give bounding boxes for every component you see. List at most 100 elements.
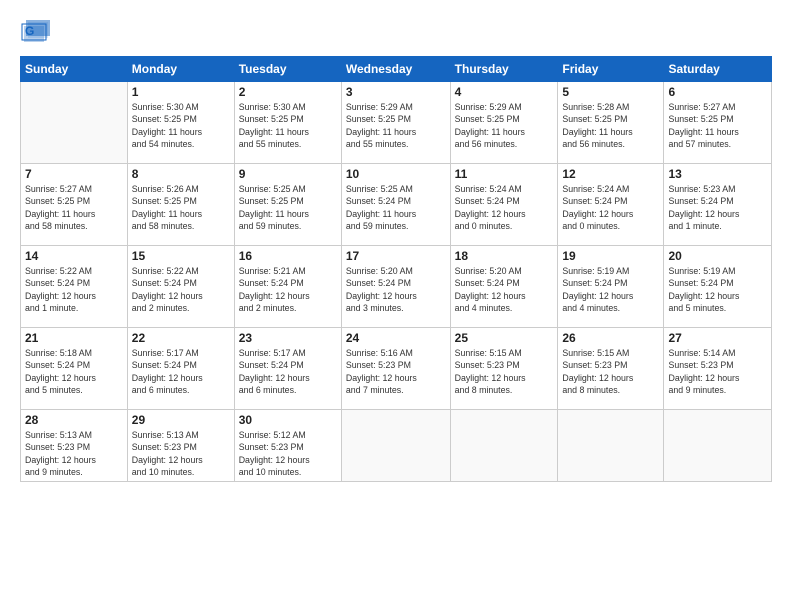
day-number: 29 — [132, 413, 230, 427]
calendar-day-cell: 10 Sunrise: 5:25 AMSunset: 5:24 PMDayligh… — [341, 164, 450, 246]
day-info: Sunrise: 5:23 AMSunset: 5:24 PMDaylight:… — [668, 183, 767, 232]
logo-icon: G — [20, 18, 52, 46]
day-number: 12 — [562, 167, 659, 181]
calendar-day-cell: 23Sunrise: 5:17 AMSunset: 5:24 PMDayligh… — [234, 328, 341, 410]
day-info: Sunrise: 5:14 AMSunset: 5:23 PMDaylight:… — [668, 347, 767, 396]
day-info: Sunrise: 5:13 AMSunset: 5:23 PMDaylight:… — [132, 429, 230, 478]
day-info: Sunrise: 5:28 AMSunset: 5:25 PMDaylight:… — [562, 101, 659, 150]
calendar-day-cell: 27 Sunrise: 5:14 AMSunset: 5:23 PMDayligh… — [664, 328, 772, 410]
calendar-day-cell: 19 Sunrise: 5:19 AMSunset: 5:24 PMDayligh… — [558, 246, 664, 328]
day-info: Sunrise: 5:24 AMSunset: 5:24 PMDaylight:… — [455, 183, 554, 232]
day-number: 18 — [455, 249, 554, 263]
day-info: Sunrise: 5:22 AMSunset: 5:24 PMDaylight:… — [132, 265, 230, 314]
svg-text:G: G — [25, 24, 34, 38]
day-number: 22 — [132, 331, 230, 345]
calendar-day-cell — [341, 410, 450, 482]
day-info: Sunrise: 5:27 AMSunset: 5:25 PMDaylight:… — [668, 101, 767, 150]
weekday-header: Wednesday — [341, 57, 450, 82]
calendar-day-cell: 17 Sunrise: 5:20 AMSunset: 5:24 PMDayligh… — [341, 246, 450, 328]
weekday-header: Thursday — [450, 57, 558, 82]
day-number: 3 — [346, 85, 446, 99]
calendar-day-cell: 4 Sunrise: 5:29 AMSunset: 5:25 PMDaylight… — [450, 82, 558, 164]
weekday-header: Monday — [127, 57, 234, 82]
day-number: 7 — [25, 167, 123, 181]
calendar-day-cell: 2Sunrise: 5:30 AMSunset: 5:25 PMDaylight… — [234, 82, 341, 164]
calendar-day-cell — [558, 410, 664, 482]
day-number: 11 — [455, 167, 554, 181]
day-number: 10 — [346, 167, 446, 181]
day-number: 28 — [25, 413, 123, 427]
weekday-header: Tuesday — [234, 57, 341, 82]
day-info: Sunrise: 5:17 AMSunset: 5:24 PMDaylight:… — [132, 347, 230, 396]
calendar-day-cell: 7Sunrise: 5:27 AMSunset: 5:25 PMDaylight… — [21, 164, 128, 246]
day-number: 2 — [239, 85, 337, 99]
day-number: 16 — [239, 249, 337, 263]
day-info: Sunrise: 5:25 AMSunset: 5:25 PMDaylight:… — [239, 183, 337, 232]
calendar-day-cell: 3 Sunrise: 5:29 AMSunset: 5:25 PMDaylight… — [341, 82, 450, 164]
day-info: Sunrise: 5:22 AMSunset: 5:24 PMDaylight:… — [25, 265, 123, 314]
calendar-table: SundayMondayTuesdayWednesdayThursdayFrid… — [20, 56, 772, 482]
calendar-day-cell: 22 Sunrise: 5:17 AMSunset: 5:24 PMDayligh… — [127, 328, 234, 410]
day-info: Sunrise: 5:29 AMSunset: 5:25 PMDaylight:… — [455, 101, 554, 150]
day-info: Sunrise: 5:13 AMSunset: 5:23 PMDaylight:… — [25, 429, 123, 478]
day-number: 13 — [668, 167, 767, 181]
day-info: Sunrise: 5:19 AMSunset: 5:24 PMDaylight:… — [562, 265, 659, 314]
calendar-day-cell: 1 Sunrise: 5:30 AMSunset: 5:25 PMDaylight… — [127, 82, 234, 164]
calendar-week-row: 14 Sunrise: 5:22 AMSunset: 5:24 PMDayligh… — [21, 246, 772, 328]
day-info: Sunrise: 5:21 AMSunset: 5:24 PMDaylight:… — [239, 265, 337, 314]
day-number: 25 — [455, 331, 554, 345]
day-info: Sunrise: 5:24 AMSunset: 5:24 PMDaylight:… — [562, 183, 659, 232]
calendar-day-cell: 29 Sunrise: 5:13 AMSunset: 5:23 PMDayligh… — [127, 410, 234, 482]
calendar-day-cell — [664, 410, 772, 482]
day-number: 1 — [132, 85, 230, 99]
day-info: Sunrise: 5:29 AMSunset: 5:25 PMDaylight:… — [346, 101, 446, 150]
day-number: 23 — [239, 331, 337, 345]
day-number: 19 — [562, 249, 659, 263]
calendar-day-cell: 12 Sunrise: 5:24 AMSunset: 5:24 PMDayligh… — [558, 164, 664, 246]
day-number: 17 — [346, 249, 446, 263]
calendar-day-cell: 5 Sunrise: 5:28 AMSunset: 5:25 PMDaylight… — [558, 82, 664, 164]
calendar-day-cell: 21 Sunrise: 5:18 AMSunset: 5:24 PMDayligh… — [21, 328, 128, 410]
header: G — [20, 18, 772, 46]
day-number: 6 — [668, 85, 767, 99]
calendar-week-row: 1 Sunrise: 5:30 AMSunset: 5:25 PMDaylight… — [21, 82, 772, 164]
calendar-day-cell: 28 Sunrise: 5:13 AMSunset: 5:23 PMDayligh… — [21, 410, 128, 482]
day-number: 15 — [132, 249, 230, 263]
day-info: Sunrise: 5:15 AMSunset: 5:23 PMDaylight:… — [455, 347, 554, 396]
day-number: 9 — [239, 167, 337, 181]
day-number: 26 — [562, 331, 659, 345]
calendar-day-cell: 11 Sunrise: 5:24 AMSunset: 5:24 PMDayligh… — [450, 164, 558, 246]
calendar-day-cell: 18Sunrise: 5:20 AMSunset: 5:24 PMDayligh… — [450, 246, 558, 328]
calendar-day-cell: 20 Sunrise: 5:19 AMSunset: 5:24 PMDayligh… — [664, 246, 772, 328]
day-info: Sunrise: 5:19 AMSunset: 5:24 PMDaylight:… — [668, 265, 767, 314]
day-number: 24 — [346, 331, 446, 345]
calendar-week-row: 28 Sunrise: 5:13 AMSunset: 5:23 PMDayligh… — [21, 410, 772, 482]
day-info: Sunrise: 5:15 AMSunset: 5:23 PMDaylight:… — [562, 347, 659, 396]
weekday-header: Friday — [558, 57, 664, 82]
page: G SundayMondayTuesdayWednesdayThursdayFr… — [0, 0, 792, 612]
day-info: Sunrise: 5:20 AMSunset: 5:24 PMDaylight:… — [346, 265, 446, 314]
day-number: 5 — [562, 85, 659, 99]
calendar-day-cell: 6 Sunrise: 5:27 AMSunset: 5:25 PMDaylight… — [664, 82, 772, 164]
calendar-day-cell — [450, 410, 558, 482]
day-number: 21 — [25, 331, 123, 345]
calendar-day-cell: 13 Sunrise: 5:23 AMSunset: 5:24 PMDayligh… — [664, 164, 772, 246]
calendar-header-row: SundayMondayTuesdayWednesdayThursdayFrid… — [21, 57, 772, 82]
day-info: Sunrise: 5:18 AMSunset: 5:24 PMDaylight:… — [25, 347, 123, 396]
day-number: 20 — [668, 249, 767, 263]
calendar-day-cell: 25 Sunrise: 5:15 AMSunset: 5:23 PMDayligh… — [450, 328, 558, 410]
day-info: Sunrise: 5:30 AMSunset: 5:25 PMDaylight:… — [132, 101, 230, 150]
calendar-day-cell: 30Sunrise: 5:12 AMSunset: 5:23 PMDayligh… — [234, 410, 341, 482]
day-number: 27 — [668, 331, 767, 345]
calendar-day-cell: 16 Sunrise: 5:21 AMSunset: 5:24 PMDayligh… — [234, 246, 341, 328]
day-number: 14 — [25, 249, 123, 263]
calendar-day-cell: 24Sunrise: 5:16 AMSunset: 5:23 PMDayligh… — [341, 328, 450, 410]
day-number: 4 — [455, 85, 554, 99]
day-info: Sunrise: 5:26 AMSunset: 5:25 PMDaylight:… — [132, 183, 230, 232]
calendar-day-cell: 9 Sunrise: 5:25 AMSunset: 5:25 PMDaylight… — [234, 164, 341, 246]
weekday-header: Saturday — [664, 57, 772, 82]
day-info: Sunrise: 5:12 AMSunset: 5:23 PMDaylight:… — [239, 429, 337, 478]
calendar-day-cell: 26 Sunrise: 5:15 AMSunset: 5:23 PMDayligh… — [558, 328, 664, 410]
day-info: Sunrise: 5:25 AMSunset: 5:24 PMDaylight:… — [346, 183, 446, 232]
weekday-header: Sunday — [21, 57, 128, 82]
